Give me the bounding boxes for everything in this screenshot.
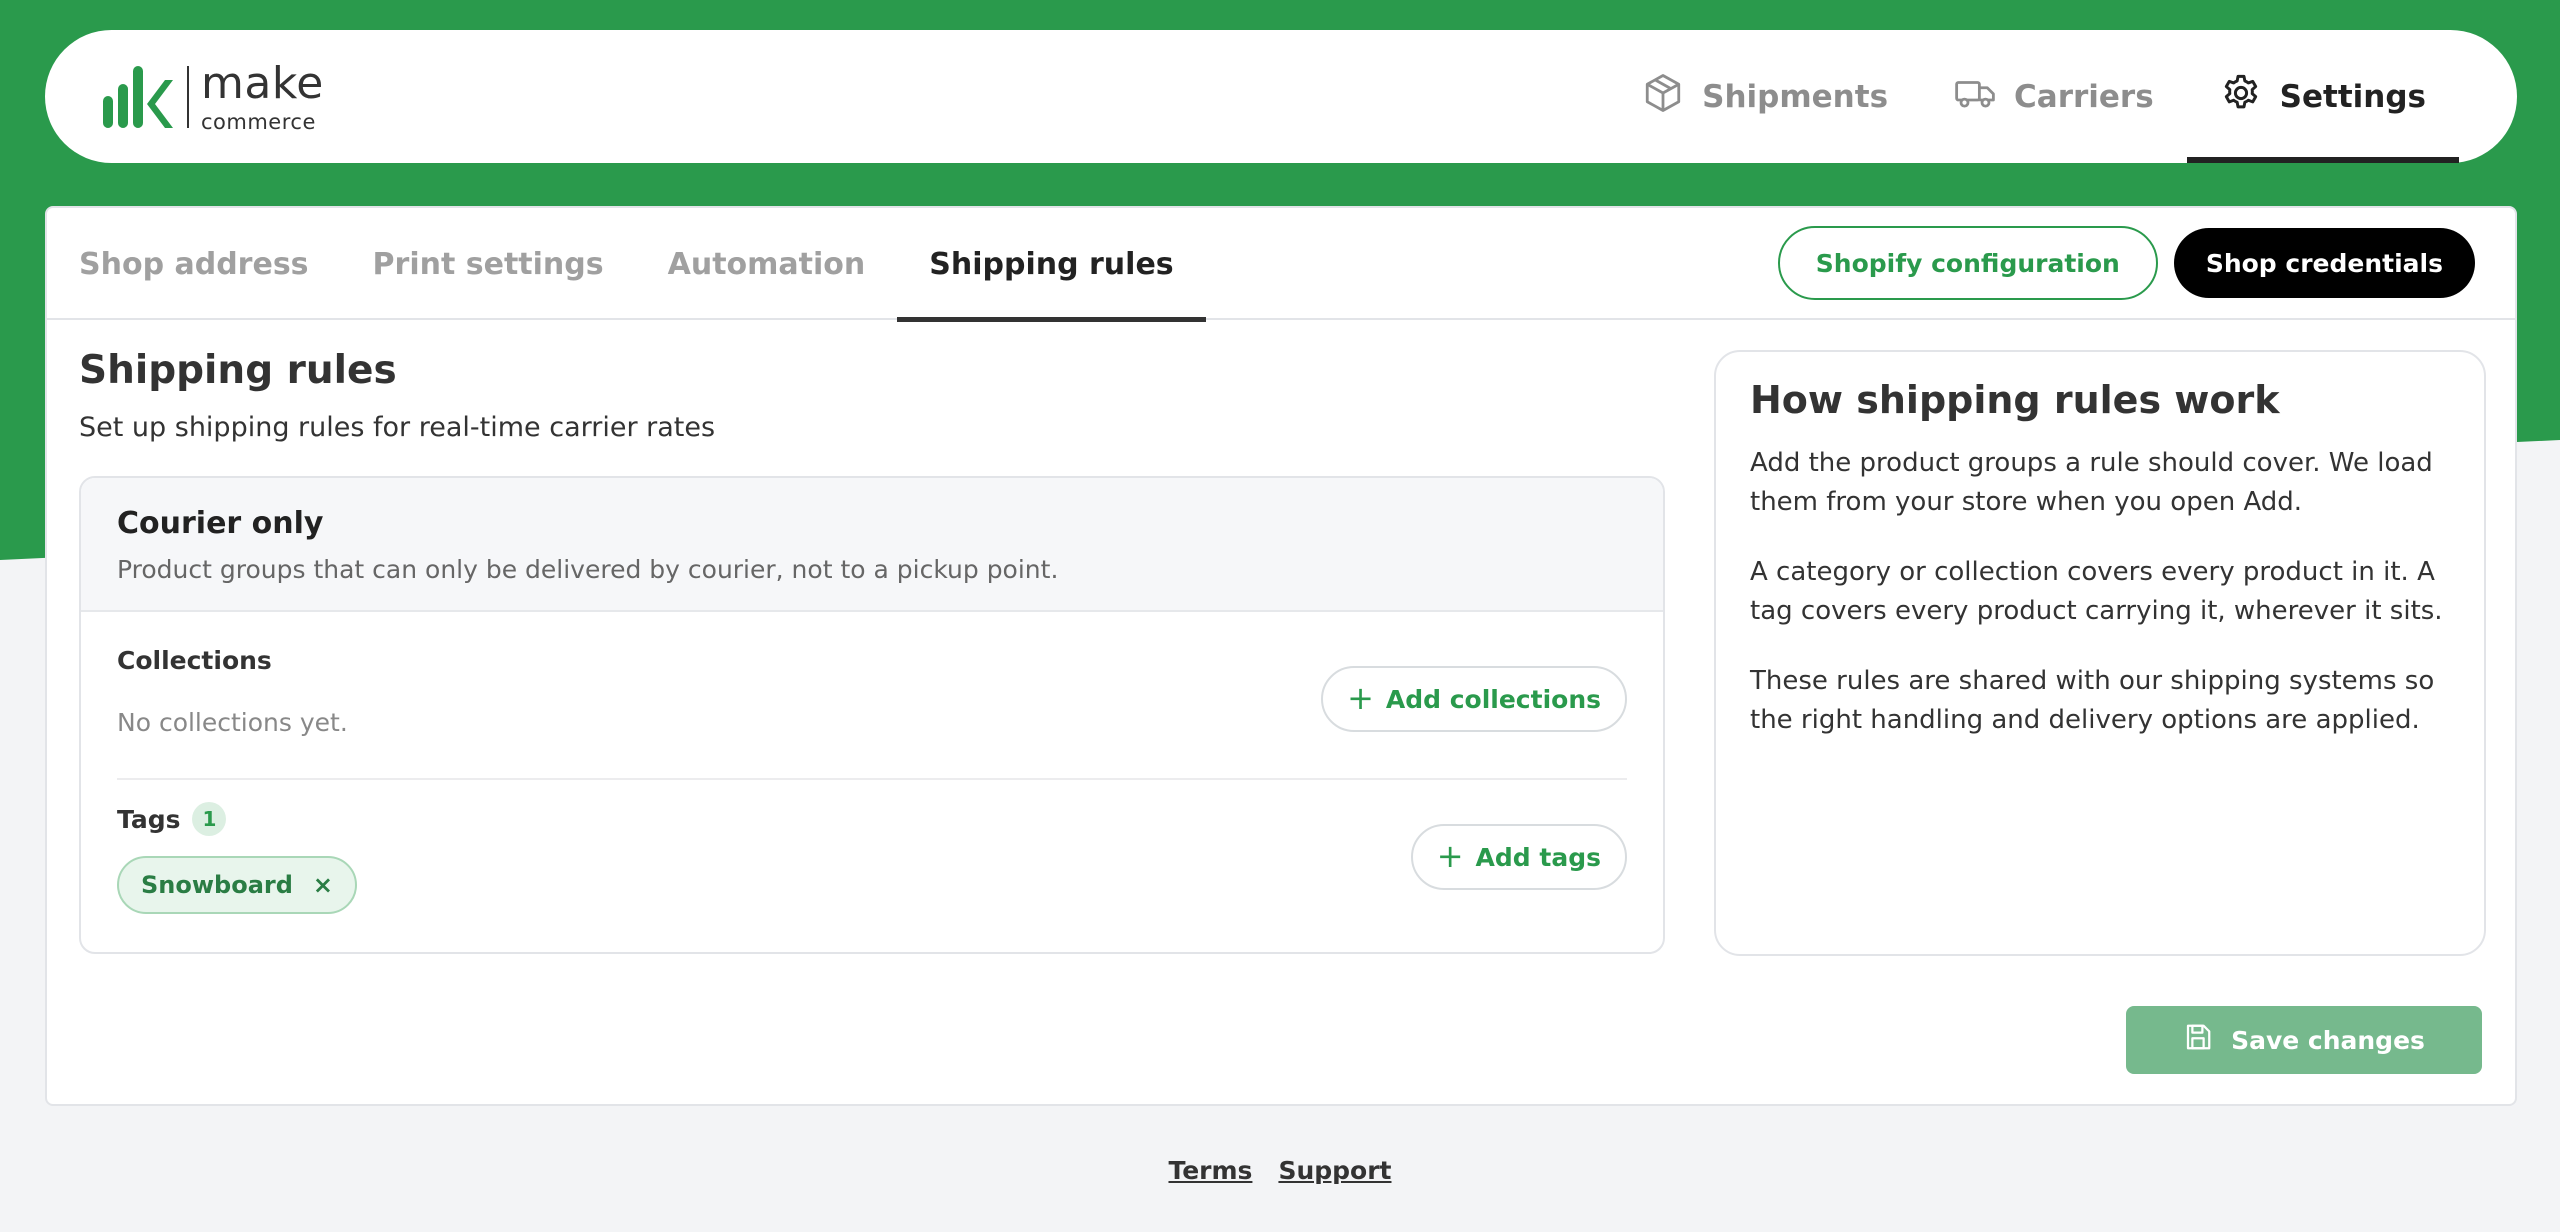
tab-shipping-rules[interactable]: Shipping rules [897,208,1207,322]
tags-label: Tags 1 [117,802,227,836]
collections-empty-text: No collections yet. [117,708,348,737]
support-link[interactable]: Support [1278,1156,1391,1185]
add-tags-button[interactable]: + Add tags [1410,824,1627,890]
rule-header: Courier only Product groups that can onl… [81,478,1663,612]
page-subtitle: Set up shipping rules for real-time carr… [79,412,716,443]
tags-count-badge: 1 [192,802,227,836]
logo-text: make commerce [201,57,324,134]
rule-body: Collections No collections yet. + Add co… [81,612,1663,952]
plus-icon: + [1347,679,1374,717]
add-collections-button[interactable]: + Add collections [1321,666,1627,732]
shop-credentials-button[interactable]: Shop credentials [2173,228,2475,298]
footer: Terms Support [0,1156,2560,1185]
nav-item-settings[interactable]: Settings [2186,30,2460,163]
tags-label-text: Tags [117,804,181,834]
logo-commerce: commerce [201,109,316,134]
settings-tabs: Shop address Print settings Automation S… [79,208,1207,322]
collections-label: Collections [117,646,272,675]
logo[interactable]: make commerce [103,57,324,134]
rule-card-courier-only: Courier only Product groups that can onl… [79,476,1665,954]
save-changes-button[interactable]: Save changes [2126,1006,2482,1074]
tab-actions: Shopify configuration Shop credentials [1777,226,2475,300]
gear-icon [2220,72,2262,122]
info-paragraph: Add the product groups a rule should cov… [1750,448,2433,517]
info-paragraph: A category or collection covers every pr… [1750,557,2443,626]
nav-item-shipments[interactable]: Shipments [1609,30,1921,163]
plus-icon: + [1436,837,1464,875]
package-icon [1642,72,1684,122]
tab-print-settings[interactable]: Print settings [341,208,636,320]
logo-make: make [201,57,324,109]
add-tags-label: Add tags [1475,842,1601,872]
info-panel: How shipping rules work Add the product … [1714,350,2486,956]
nav-item-carriers[interactable]: Carriers [1921,30,2187,163]
logo-mark-icon [103,66,173,128]
tab-automation[interactable]: Automation [636,208,898,320]
nav-item-label: Carriers [2014,78,2154,115]
settings-card: Shop address Print settings Automation S… [45,206,2517,1106]
page-title: Shipping rules [79,348,397,393]
add-collections-label: Add collections [1385,684,1601,714]
main-nav: Shipments Carriers Settings [1609,30,2517,163]
collections-label-text: Collections [117,646,272,675]
rule-description: Product groups that can only be delivere… [117,555,1059,584]
info-paragraph: These rules are shared with our shipping… [1750,666,2435,735]
rule-title: Courier only [117,506,324,541]
remove-tag-icon[interactable]: × [313,871,333,899]
shopify-configuration-button[interactable]: Shopify configuration [1777,226,2158,300]
tabs-row: Shop address Print settings Automation S… [47,208,2515,322]
nav-item-label: Settings [2279,78,2426,115]
save-changes-label: Save changes [2231,1025,2425,1055]
tags-section: Tags 1 Snowboard × + Add tags [117,780,1627,952]
top-header: make commerce Shipments Carriers Setting… [45,30,2517,163]
collections-section: Collections No collections yet. + Add co… [117,612,1627,780]
info-title: How shipping rules work [1750,378,2280,422]
save-icon [2183,1022,2213,1058]
terms-link[interactable]: Terms [1168,1156,1252,1185]
truck-icon [1954,72,1996,122]
tag-chip: Snowboard × [117,856,358,914]
logo-divider [187,66,189,128]
tab-shop-address[interactable]: Shop address [79,208,341,320]
nav-item-label: Shipments [1702,78,1889,115]
tag-chip-label: Snowboard [141,871,293,899]
